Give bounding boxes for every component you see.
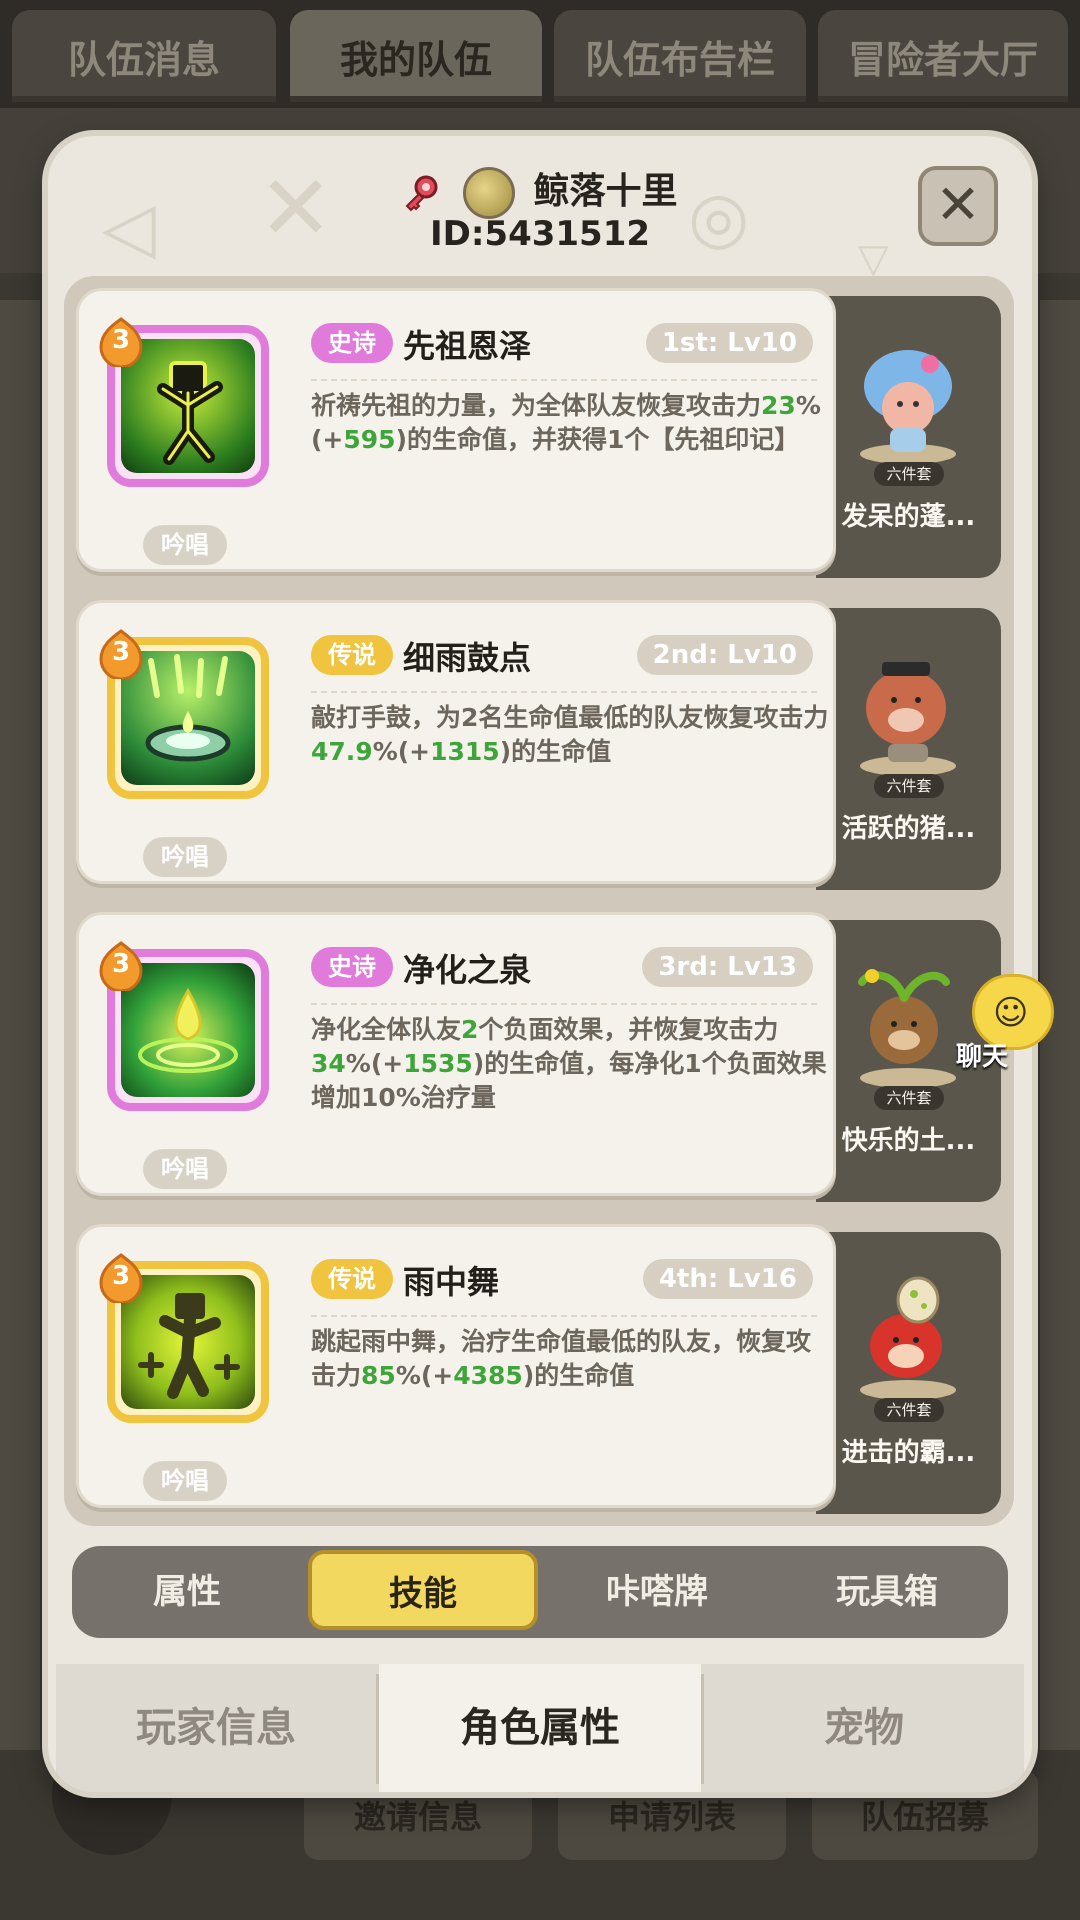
- rarity-tag: 传说: [311, 1259, 393, 1299]
- skill-rank: 3rd: Lv13: [642, 947, 813, 987]
- divider: [311, 379, 817, 381]
- skill-name: 净化之泉: [403, 951, 532, 989]
- pet-name: 活跃的猪...: [841, 814, 976, 844]
- skill-rank: 2nd: Lv10: [636, 635, 813, 675]
- rarity-tag: 史诗: [311, 323, 393, 363]
- skill-row: 六件套 快乐的土... 3 吟唱 史诗 净化之泉 3rd: Lv13 净化全体队…: [64, 900, 1014, 1202]
- skill-name: 细雨鼓点: [403, 639, 532, 677]
- tab-character-attributes[interactable]: 角色属性: [379, 1664, 701, 1792]
- pet-figure-icon: [860, 1276, 956, 1400]
- pet-slot[interactable]: 六件套 活跃的猪...: [816, 608, 1001, 890]
- tab-team-board[interactable]: 队伍布告栏: [554, 10, 806, 102]
- chant-tag: 吟唱: [143, 1461, 227, 1501]
- chant-tag: 吟唱: [143, 1149, 227, 1189]
- pet-figure-icon: [860, 662, 956, 776]
- skill-card[interactable]: 3 吟唱 史诗 净化之泉 3rd: Lv13 净化全体队友2个负面效果，并恢复攻…: [76, 912, 836, 1196]
- pet-name: 快乐的土...: [841, 1126, 976, 1156]
- chat-button[interactable]: ☺ 聊天: [956, 974, 1058, 1072]
- player-name: 鲸落十里: [533, 171, 678, 212]
- level-badge-icon: [99, 629, 143, 679]
- tab-click-cards[interactable]: 咔嗒牌: [542, 1546, 772, 1638]
- player-avatar-icon[interactable]: [462, 167, 515, 219]
- skill-name: 雨中舞: [403, 1263, 500, 1301]
- skill-description: 祈祷先祖的力量，为全体队友恢复攻击力23%(+595)的生命值，并获得1个【先祖…: [311, 391, 821, 454]
- pet-set-badge: 六件套: [874, 462, 944, 486]
- skills-panel: 六件套 发呆的蓬... 3 吟唱 史诗 先祖恩泽 1st: Lv10 祈祷先祖的…: [64, 276, 1014, 1526]
- divider: [311, 691, 817, 693]
- key-icon: [406, 175, 438, 212]
- tab-player-info[interactable]: 玩家信息: [56, 1664, 376, 1792]
- divider: [311, 1315, 817, 1317]
- background-left-edge: [0, 300, 40, 1750]
- level-badge-icon: [99, 941, 143, 991]
- skill-row: 六件套 进击的霸... 3 吟唱 传说 雨中舞 4th: Lv16 跳起雨中舞，…: [64, 1212, 1014, 1514]
- sub-tab-bar: 属性 技能 咔嗒牌 玩具箱: [72, 1546, 1008, 1638]
- skill-rank: 1st: Lv10: [645, 323, 813, 363]
- tab-adventurer-hall[interactable]: 冒险者大厅: [818, 10, 1068, 102]
- divider: [311, 1003, 817, 1005]
- skill-card[interactable]: 3 吟唱 传说 细雨鼓点 2nd: Lv10 敲打手鼓，为2名生命值最低的队友恢…: [76, 600, 836, 884]
- pet-name: 发呆的蓬...: [841, 502, 976, 532]
- player-name-row: 鲸落十里: [48, 162, 1032, 219]
- chant-tag: 吟唱: [143, 525, 227, 565]
- skill-card[interactable]: 3 吟唱 传说 雨中舞 4th: Lv16 跳起雨中舞，治疗生命值最低的队友，恢…: [76, 1224, 836, 1508]
- skill-description: 净化全体队友2个负面效果，并恢复攻击力34%(+1535)的生命值，每净化1个负…: [311, 1015, 827, 1112]
- skill-name: 先祖恩泽: [403, 327, 532, 365]
- skill-row: 六件套 活跃的猪... 3 吟唱 传说 细雨鼓点 2nd: Lv10 敲打手鼓，…: [64, 588, 1014, 890]
- player-profile-modal: ◁ ✕ ◎ ▽ 鲸落十里 ID:5431512 ✕ 六件套 发呆的蓬... 3 …: [48, 136, 1032, 1792]
- tab-pets[interactable]: 宠物: [704, 1664, 1024, 1792]
- close-button[interactable]: ✕: [918, 166, 998, 246]
- pet-set-badge: 六件套: [874, 1398, 944, 1422]
- level-badge-icon: [99, 317, 143, 367]
- tab-skills[interactable]: 技能: [308, 1550, 538, 1630]
- rarity-tag: 传说: [311, 635, 393, 675]
- skill-description: 跳起雨中舞，治疗生命值最低的队友，恢复攻击力85%(+4385)的生命值: [311, 1327, 812, 1390]
- pet-figure-icon: [860, 350, 956, 464]
- pet-slot[interactable]: 六件套 发呆的蓬...: [816, 296, 1001, 578]
- top-tab-bar: 队伍消息 我的队伍 队伍布告栏 冒险者大厅: [0, 0, 1080, 108]
- rarity-tag: 史诗: [311, 947, 393, 987]
- tab-team-messages[interactable]: 队伍消息: [12, 10, 276, 102]
- tab-attributes[interactable]: 属性: [72, 1546, 302, 1638]
- pet-figure-icon: [858, 969, 956, 1088]
- player-id: ID:5431512: [429, 214, 651, 254]
- skill-description: 敲打手鼓，为2名生命值最低的队友恢复攻击力47.9%(+1315)的生命值: [311, 703, 829, 766]
- level-badge-icon: [99, 1253, 143, 1303]
- skill-card[interactable]: 3 吟唱 史诗 先祖恩泽 1st: Lv10 祈祷先祖的力量，为全体队友恢复攻击…: [76, 288, 836, 572]
- pet-set-badge: 六件套: [874, 774, 944, 798]
- tab-my-team[interactable]: 我的队伍: [290, 10, 542, 102]
- chant-tag: 吟唱: [143, 837, 227, 877]
- pet-name: 进击的霸...: [841, 1438, 976, 1468]
- main-tab-bar: 玩家信息 角色属性 宠物: [56, 1664, 1024, 1792]
- tab-toy-box[interactable]: 玩具箱: [772, 1546, 1002, 1638]
- skill-rank: 4th: Lv16: [642, 1259, 813, 1299]
- pet-slot[interactable]: 六件套 进击的霸...: [816, 1232, 1001, 1514]
- skill-row: 六件套 发呆的蓬... 3 吟唱 史诗 先祖恩泽 1st: Lv10 祈祷先祖的…: [64, 276, 1014, 578]
- pet-set-badge: 六件套: [874, 1086, 944, 1110]
- close-icon: ✕: [935, 173, 981, 236]
- chat-label: 聊天: [956, 1042, 1009, 1072]
